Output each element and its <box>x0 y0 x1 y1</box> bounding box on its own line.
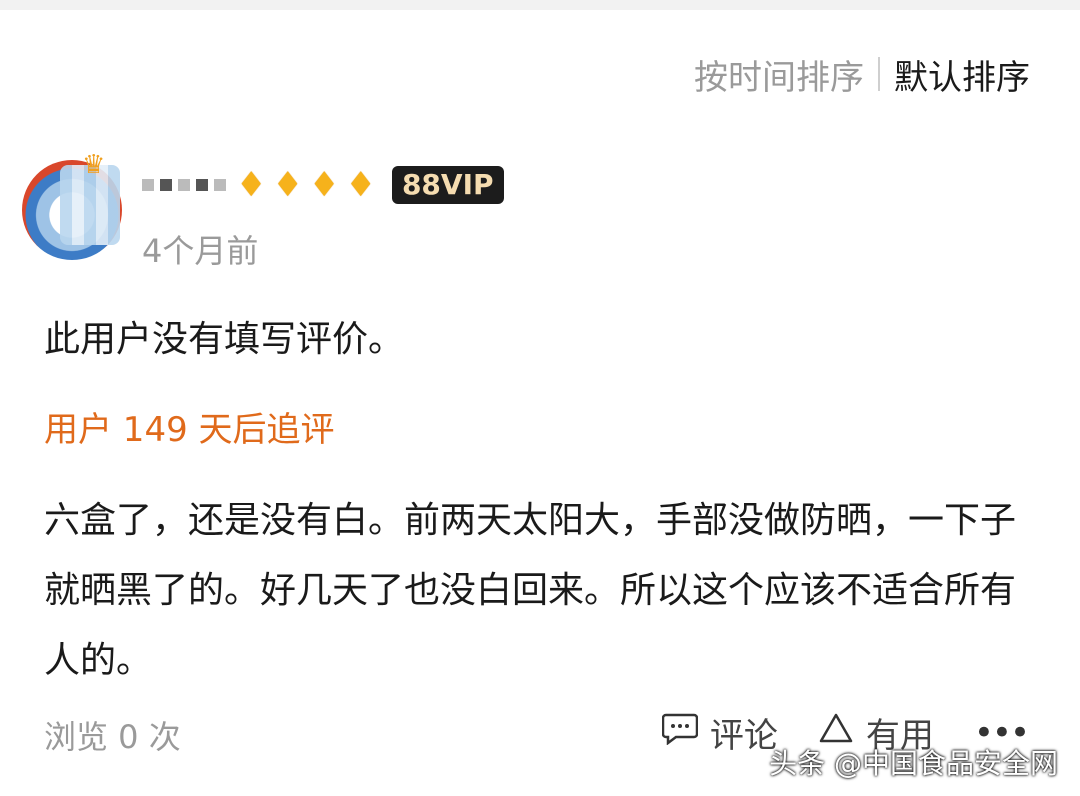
gem-icon: ♦ <box>345 165 376 205</box>
followup-title: 用户 149 天后追评 <box>44 410 335 450</box>
review-time: 4个月前 <box>142 232 259 270</box>
username-mosaic <box>142 179 226 191</box>
gem-icon: ♦ <box>308 165 340 205</box>
crown-icon: ♛ <box>82 150 106 180</box>
review-text: 此用户没有填写评价。 <box>44 319 405 360</box>
gem-icon: ♦ <box>272 165 303 205</box>
comment-label: 评论 <box>709 716 778 756</box>
vip-badge: 88VIP <box>391 166 504 204</box>
followup-text: 六盒了，还是没有白。前两天太阳大，手部没做防晒，一下子就晒黑了的。好几天了也没白… <box>44 500 1017 681</box>
view-count: 浏览 0 次 <box>44 718 181 756</box>
sort-divider <box>878 57 880 91</box>
sort-bar: 按时间排序 默认排序 <box>694 54 1030 98</box>
gem-icon: ♦ <box>236 165 267 205</box>
sort-default-button[interactable]: 默认排序 <box>894 50 1030 99</box>
user-name-row: ♦ ♦ ♦ ♦ 88VIP <box>142 162 504 208</box>
sort-by-time-button[interactable]: 按时间排序 <box>694 50 864 99</box>
watermark: 头条 @中国食品安全网 <box>769 747 1058 780</box>
comment-icon <box>661 711 699 754</box>
comment-button[interactable]: 评论 <box>661 708 778 757</box>
top-divider <box>0 0 1080 10</box>
